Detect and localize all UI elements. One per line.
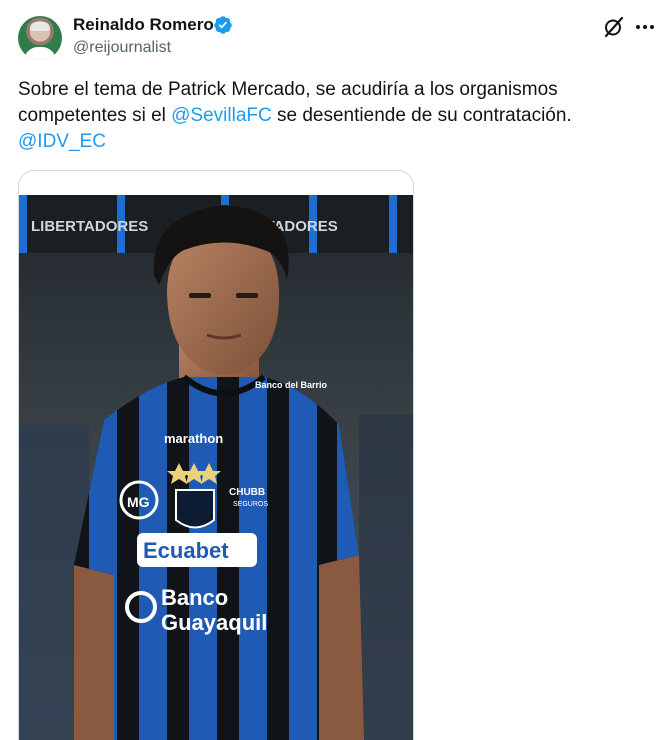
jersey-sponsor-bank-2: Guayaquil [161,610,267,635]
avatar[interactable] [18,16,62,60]
mention-idv-ec[interactable]: @IDV_EC [18,131,106,152]
more-icon[interactable] [633,15,657,39]
player-arm-left [74,565,114,740]
tweet-card: Reinaldo Romero @reijournalist Sobre el … [0,0,670,740]
stadium-banner-text: LIBERTADORES [31,218,148,235]
tweet-text: Sobre el tema de Patrick Mercado, se acu… [18,77,648,155]
avatar-shirt [24,47,56,60]
player-photo[interactable]: LIBERTADORES PONTADORES marathon MG CHUB… [19,195,413,740]
author-name[interactable]: Reinaldo Romero [73,15,214,35]
jersey-sponsor-chest: Ecuabet [143,538,229,563]
author-handle[interactable]: @reijournalist [73,39,171,57]
player-eye-left [189,293,211,298]
blurred-person-right [359,415,413,740]
jersey-sponsor-top: marathon [164,431,223,446]
grok-icon[interactable] [602,15,626,39]
jersey-sponsor-side: CHUBB [229,487,265,498]
player-arm-right [319,555,364,740]
verified-badge-icon [214,16,232,34]
jersey-logo-left: MG [127,494,150,510]
jersey-sponsor-shoulder: Banco del Barrio [255,380,328,390]
jersey-sponsor-side-sub: SEGUROS [233,501,268,508]
tweet-text-part-2: se desentiende de su contratación. [271,105,572,126]
mention-sevillafc[interactable]: @SevillaFC [171,105,272,126]
tweet-media[interactable]: LIBERTADORES PONTADORES marathon MG CHUB… [18,170,414,740]
avatar-hair [30,22,50,31]
banner-stripe [389,195,397,253]
club-crest-icon [175,489,215,529]
jersey-sponsor-bank-1: Banco [161,585,228,610]
player-eye-right [236,293,258,298]
banner-stripe [19,195,27,253]
